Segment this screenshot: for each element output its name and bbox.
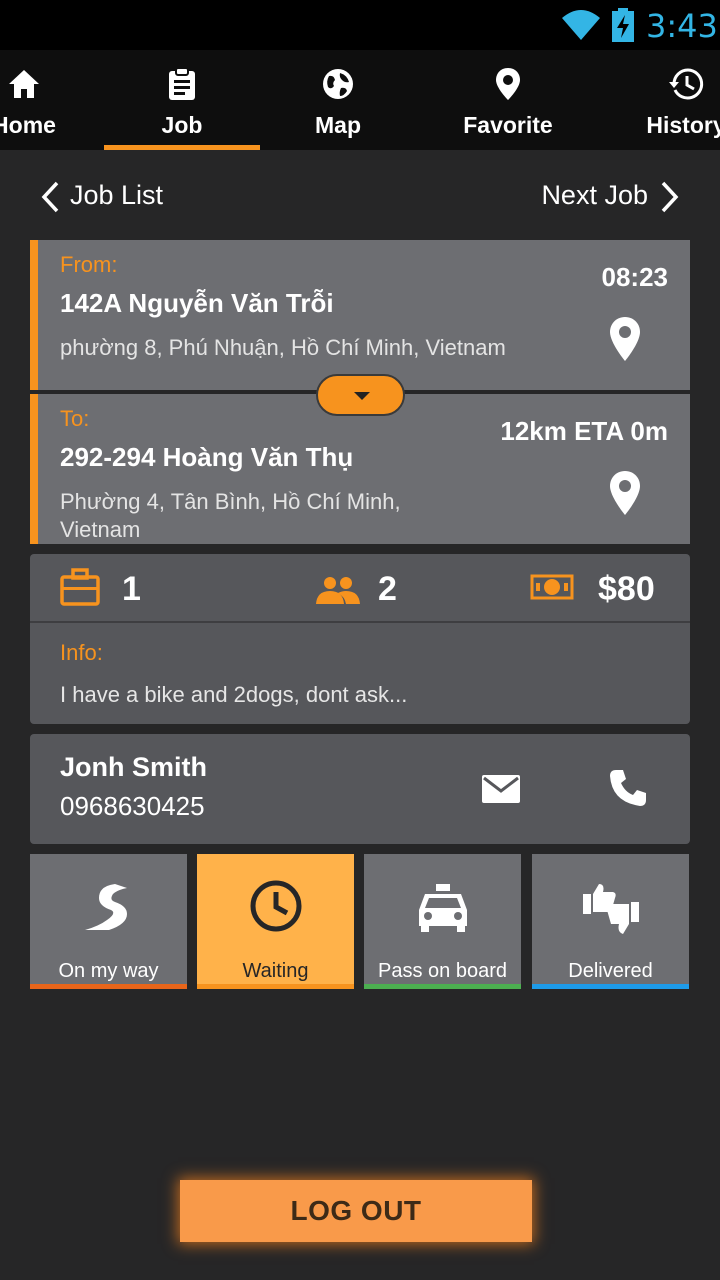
wifi-icon — [562, 10, 600, 40]
taxi-icon — [418, 884, 467, 932]
distance-eta: 12km ETA 0m — [500, 416, 668, 446]
customer-contact-card: Jonh Smith 0968630425 — [30, 734, 690, 844]
clock: 3:43 — [646, 7, 718, 45]
tab-favorite-label: Favorite — [463, 112, 553, 138]
passenger-count: 2 — [378, 570, 397, 608]
chevron-right-icon[interactable] — [660, 180, 680, 214]
luggage-count: 1 — [122, 570, 141, 608]
chevron-left-icon[interactable] — [40, 180, 60, 214]
status-waiting-button[interactable]: Waiting — [197, 854, 354, 989]
price: $80 — [598, 570, 655, 608]
customer-phone: 0968630425 — [60, 791, 205, 821]
thumbs-icon — [582, 884, 639, 934]
pickup-street: 142A Nguyễn Văn Trỗi — [60, 288, 334, 318]
caret-down-icon — [354, 392, 370, 400]
active-tab-indicator — [104, 145, 260, 150]
clock-icon — [250, 880, 301, 932]
status-on-my-way-button[interactable]: On my way — [30, 854, 187, 989]
status-delivered-label: Delivered — [568, 960, 653, 982]
status-delivered-button[interactable]: Delivered — [532, 854, 689, 989]
expand-toggle-button[interactable] — [316, 374, 405, 416]
dropoff-address-detail: Phường 4, Tân Bình, Hồ Chí Minh, Vietnam — [60, 489, 401, 542]
to-label: To: — [60, 406, 90, 431]
job-list-link[interactable]: Job List — [70, 180, 163, 211]
status-pass-on-board-button[interactable]: Pass on board — [364, 854, 521, 989]
phone-icon[interactable] — [608, 768, 648, 808]
history-icon — [669, 68, 704, 100]
pickup-card[interactable]: From: 142A Nguyễn Văn Trỗi phường 8, Phú… — [30, 240, 690, 390]
status-color-bar — [30, 984, 187, 989]
dropoff-street: 292-294 Hoàng Văn Thụ — [60, 442, 354, 472]
globe-icon — [323, 69, 353, 99]
tab-job[interactable]: Job — [104, 50, 260, 150]
clipboard-icon — [169, 67, 195, 100]
pickup-address-detail: phường 8, Phú Nhuận, Hồ Chí Minh, Vietna… — [60, 335, 506, 360]
logout-button[interactable]: LOG OUT — [180, 1180, 532, 1242]
tab-map-label: Map — [315, 112, 361, 138]
job-details-card: 1 2 $80 Info: I have a bike and 2dogs, d… — [30, 554, 690, 724]
from-label: From: — [60, 252, 118, 277]
location-pin-icon — [496, 68, 520, 100]
info-label: Info: — [60, 640, 103, 665]
status-color-bar — [197, 984, 354, 989]
tab-bar: Home Job Map Favorite History — [0, 50, 720, 150]
next-job-link[interactable]: Next Job — [541, 180, 648, 211]
dropoff-location-pin-icon[interactable] — [608, 470, 642, 516]
status-color-bar — [364, 984, 521, 989]
status-color-bar — [532, 984, 689, 989]
people-icon — [316, 577, 360, 604]
info-text: I have a bike and 2dogs, dont ask... — [60, 682, 408, 707]
tab-history-label: History — [646, 112, 720, 138]
pickup-location-pin-icon[interactable] — [608, 316, 642, 362]
customer-name: Jonh Smith — [60, 752, 207, 782]
status-waiting-label: Waiting — [242, 960, 309, 982]
pickup-time: 08:23 — [601, 262, 669, 292]
tab-favorite[interactable]: Favorite — [430, 50, 586, 150]
home-icon — [9, 70, 39, 98]
status-pass-on-board-label: Pass on board — [378, 960, 507, 982]
dropoff-card[interactable]: To: 292-294 Hoàng Văn Thụ Phường 4, Tân … — [30, 394, 690, 544]
briefcase-icon — [60, 568, 100, 606]
cash-icon — [530, 574, 574, 600]
status-on-my-way-label: On my way — [58, 960, 159, 982]
tab-history[interactable]: History — [608, 50, 720, 150]
mail-icon[interactable] — [480, 772, 522, 806]
battery-charging-icon — [612, 8, 634, 42]
road-icon — [84, 884, 127, 930]
tab-map[interactable]: Map — [260, 50, 416, 150]
status-bar: 3:43 — [0, 0, 720, 50]
divider — [30, 621, 690, 623]
